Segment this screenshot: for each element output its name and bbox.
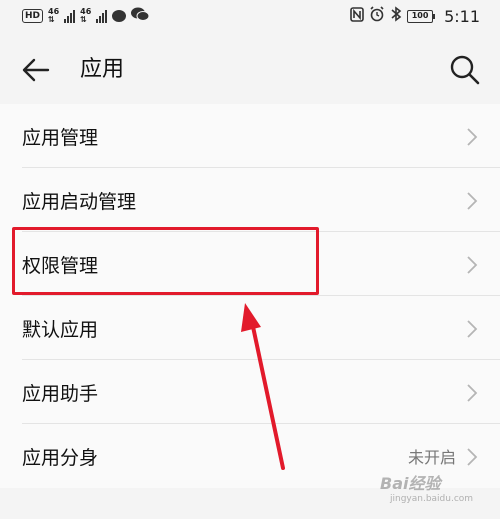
app-bar: 应用 xyxy=(0,38,500,102)
status-bar-right: 100 5:11 xyxy=(350,6,480,26)
battery-level: 100 xyxy=(407,9,434,23)
menu-item-label: 应用管理 xyxy=(22,126,99,149)
menu-item-label: 应用分身 xyxy=(22,446,99,469)
page-title: 应用 xyxy=(80,57,125,82)
menu-item-app-launch[interactable]: 应用启动管理 xyxy=(0,168,500,232)
battery-icon: 100 xyxy=(407,9,436,23)
settings-list: 应用管理 应用启动管理 权限管理 默认应用 应用助手 应用分身 未开启 xyxy=(0,104,500,488)
highlight-box xyxy=(12,227,319,295)
chevron-right-icon xyxy=(467,384,478,402)
chevron-right-icon xyxy=(467,256,478,274)
hd-badge: HD xyxy=(22,9,44,23)
clock: 5:11 xyxy=(444,6,480,26)
bluetooth-icon xyxy=(390,6,402,26)
network-type-2: 46 ⇅ xyxy=(80,7,92,24)
alarm-icon xyxy=(369,6,385,26)
chevron-right-icon xyxy=(467,448,478,466)
signal-icon xyxy=(96,9,108,23)
back-arrow-icon xyxy=(22,58,50,82)
back-button[interactable] xyxy=(20,54,52,86)
message-icon xyxy=(112,10,127,22)
watermark: Bai经验 jingyan.baidu.com xyxy=(380,474,474,504)
menu-item-label: 应用助手 xyxy=(22,382,99,405)
chevron-right-icon xyxy=(467,320,478,338)
status-bar: HD 46 ⇅ 46 ⇅ 100 5:11 xyxy=(0,0,500,32)
search-button[interactable] xyxy=(448,53,482,87)
nfc-icon xyxy=(350,6,364,26)
menu-item-status: 未开启 xyxy=(407,448,456,467)
status-bar-left: HD 46 ⇅ 46 ⇅ xyxy=(22,7,150,25)
menu-item-app-management[interactable]: 应用管理 xyxy=(0,104,500,168)
menu-item-label: 应用启动管理 xyxy=(22,190,137,213)
wechat-icon xyxy=(131,7,150,25)
menu-item-label: 默认应用 xyxy=(22,318,99,341)
menu-item-app-assistant[interactable]: 应用助手 xyxy=(0,360,500,424)
chevron-right-icon xyxy=(467,192,478,210)
signal-icon xyxy=(64,9,76,23)
chevron-right-icon xyxy=(467,128,478,146)
network-type-1: 46 ⇅ xyxy=(48,7,60,24)
menu-item-default-apps[interactable]: 默认应用 xyxy=(0,296,500,360)
search-icon xyxy=(450,55,480,85)
